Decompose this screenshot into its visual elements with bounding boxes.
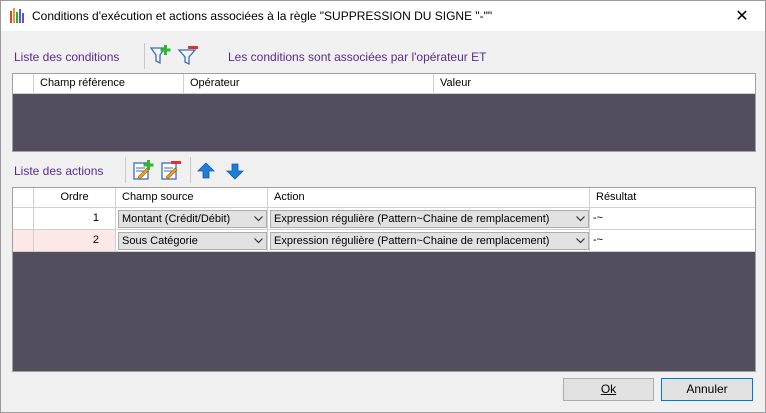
- result-cell[interactable]: -~: [589, 230, 755, 251]
- arrow-down-icon[interactable]: [225, 161, 245, 181]
- action-cell[interactable]: Expression régulière (Pattern~Chaine de …: [267, 208, 589, 229]
- order-cell[interactable]: 2: [33, 230, 115, 251]
- column-header[interactable]: Valeur: [433, 74, 755, 94]
- conditions-operator-note: Les conditions sont associées par l'opér…: [228, 50, 487, 64]
- source-value: Montant (Crédit/Débit): [122, 213, 231, 225]
- toolbar-separator: [144, 43, 145, 69]
- ok-label: Ok: [600, 382, 617, 396]
- table-row[interactable]: 1 Montant (Crédit/Débit) Expression régu…: [13, 208, 755, 230]
- action-dropdown[interactable]: Expression régulière (Pattern~Chaine de …: [270, 232, 589, 250]
- column-header[interactable]: Action: [267, 188, 589, 208]
- column-header[interactable]: Champ référence: [33, 74, 183, 94]
- action-value: Expression régulière (Pattern~Chaine de …: [274, 213, 550, 225]
- actions-grid[interactable]: Ordre Champ source Action Résultat 1 Mon…: [12, 187, 756, 372]
- column-header[interactable]: Ordre: [33, 188, 115, 208]
- action-value: Expression régulière (Pattern~Chaine de …: [274, 235, 550, 247]
- source-cell[interactable]: Sous Catégorie: [115, 230, 267, 251]
- column-header[interactable]: Résultat: [589, 188, 755, 208]
- edit-add-icon[interactable]: [132, 159, 154, 181]
- edit-delete-icon[interactable]: [160, 159, 182, 181]
- order-cell[interactable]: 1: [33, 208, 115, 229]
- chevron-down-icon: [573, 211, 588, 227]
- chevron-down-icon: [573, 233, 588, 249]
- column-header[interactable]: Opérateur: [183, 74, 433, 94]
- source-dropdown[interactable]: Montant (Crédit/Débit): [118, 210, 267, 228]
- result-cell[interactable]: -~: [589, 208, 755, 229]
- actions-label: Liste des actions: [14, 164, 104, 178]
- cancel-label: Annuler: [686, 382, 728, 396]
- source-dropdown[interactable]: Sous Catégorie: [118, 232, 267, 250]
- conditions-grid[interactable]: Champ référence Opérateur Valeur: [12, 73, 756, 152]
- close-icon: ✕: [735, 8, 749, 25]
- filter-delete-icon[interactable]: [177, 44, 199, 66]
- table-row[interactable]: 2 Sous Catégorie Expression régulière (P…: [13, 230, 755, 252]
- source-cell[interactable]: Montant (Crédit/Débit): [115, 208, 267, 229]
- conditions-grid-header: Champ référence Opérateur Valeur: [13, 74, 755, 94]
- row-header[interactable]: [13, 230, 33, 251]
- actions-grid-header: Ordre Champ source Action Résultat: [13, 188, 755, 208]
- chevron-down-icon: [251, 211, 266, 227]
- window-title: Conditions d'exécution et actions associ…: [32, 9, 493, 23]
- cancel-button[interactable]: Annuler: [661, 378, 753, 401]
- source-value: Sous Catégorie: [122, 235, 198, 247]
- action-dropdown[interactable]: Expression régulière (Pattern~Chaine de …: [270, 210, 589, 228]
- row-header-corner: [13, 188, 33, 208]
- toolbar-separator: [190, 157, 191, 183]
- title-bar: Conditions d'exécution et actions associ…: [1, 1, 765, 31]
- chevron-down-icon: [251, 233, 266, 249]
- toolbar-separator: [125, 157, 126, 183]
- row-header-corner: [13, 74, 33, 94]
- close-button[interactable]: ✕: [719, 1, 765, 31]
- filter-add-icon[interactable]: [150, 44, 172, 66]
- bar-chart-icon: [10, 8, 24, 23]
- row-header[interactable]: [13, 208, 33, 229]
- ok-button[interactable]: Ok: [563, 378, 654, 401]
- arrow-up-icon[interactable]: [196, 161, 216, 181]
- conditions-label: Liste des conditions: [14, 50, 120, 64]
- column-header[interactable]: Champ source: [115, 188, 267, 208]
- action-cell[interactable]: Expression régulière (Pattern~Chaine de …: [267, 230, 589, 251]
- dialog-window: Conditions d'exécution et actions associ…: [0, 0, 766, 413]
